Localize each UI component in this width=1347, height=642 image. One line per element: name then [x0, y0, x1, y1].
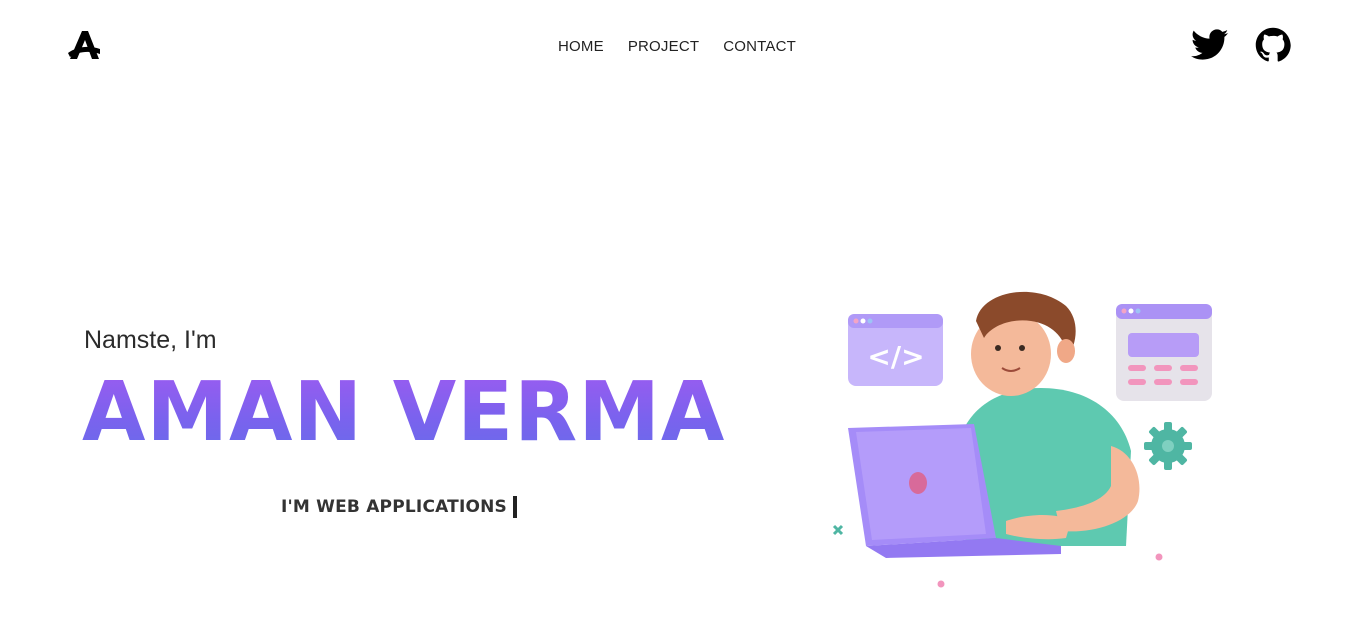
a-logo-icon	[68, 31, 100, 59]
site-logo[interactable]	[66, 27, 102, 63]
github-icon	[1255, 27, 1291, 62]
nav-home[interactable]: HOME	[558, 38, 604, 55]
main-nav: HOME PROJECT CONTACT	[558, 38, 796, 55]
social-links	[1191, 27, 1291, 63]
typing-cursor	[513, 496, 517, 518]
code-window-icon: </>	[848, 314, 943, 386]
hero-tagline: I'M WEB APPLICATIONS	[281, 497, 507, 517]
svg-text:</>: </>	[867, 340, 924, 373]
gear-icon	[1144, 422, 1192, 470]
github-link[interactable]	[1255, 27, 1291, 63]
hero-tagline-wrap: I'M WEB APPLICATIONS	[281, 496, 517, 518]
hero-name: AMAN VERMA	[82, 365, 726, 460]
twitter-icon	[1191, 29, 1229, 60]
nav-contact[interactable]: CONTACT	[723, 38, 796, 55]
ui-window-icon	[1116, 304, 1212, 401]
hero-greeting: Namste, I'm	[84, 326, 217, 354]
developer-illustration: </>	[832, 291, 1212, 588]
nav-project[interactable]: PROJECT	[628, 38, 699, 55]
twitter-link[interactable]	[1191, 29, 1229, 61]
page: HOME PROJECT CONTACT Namste, I'm AMAN VE…	[0, 0, 1347, 642]
